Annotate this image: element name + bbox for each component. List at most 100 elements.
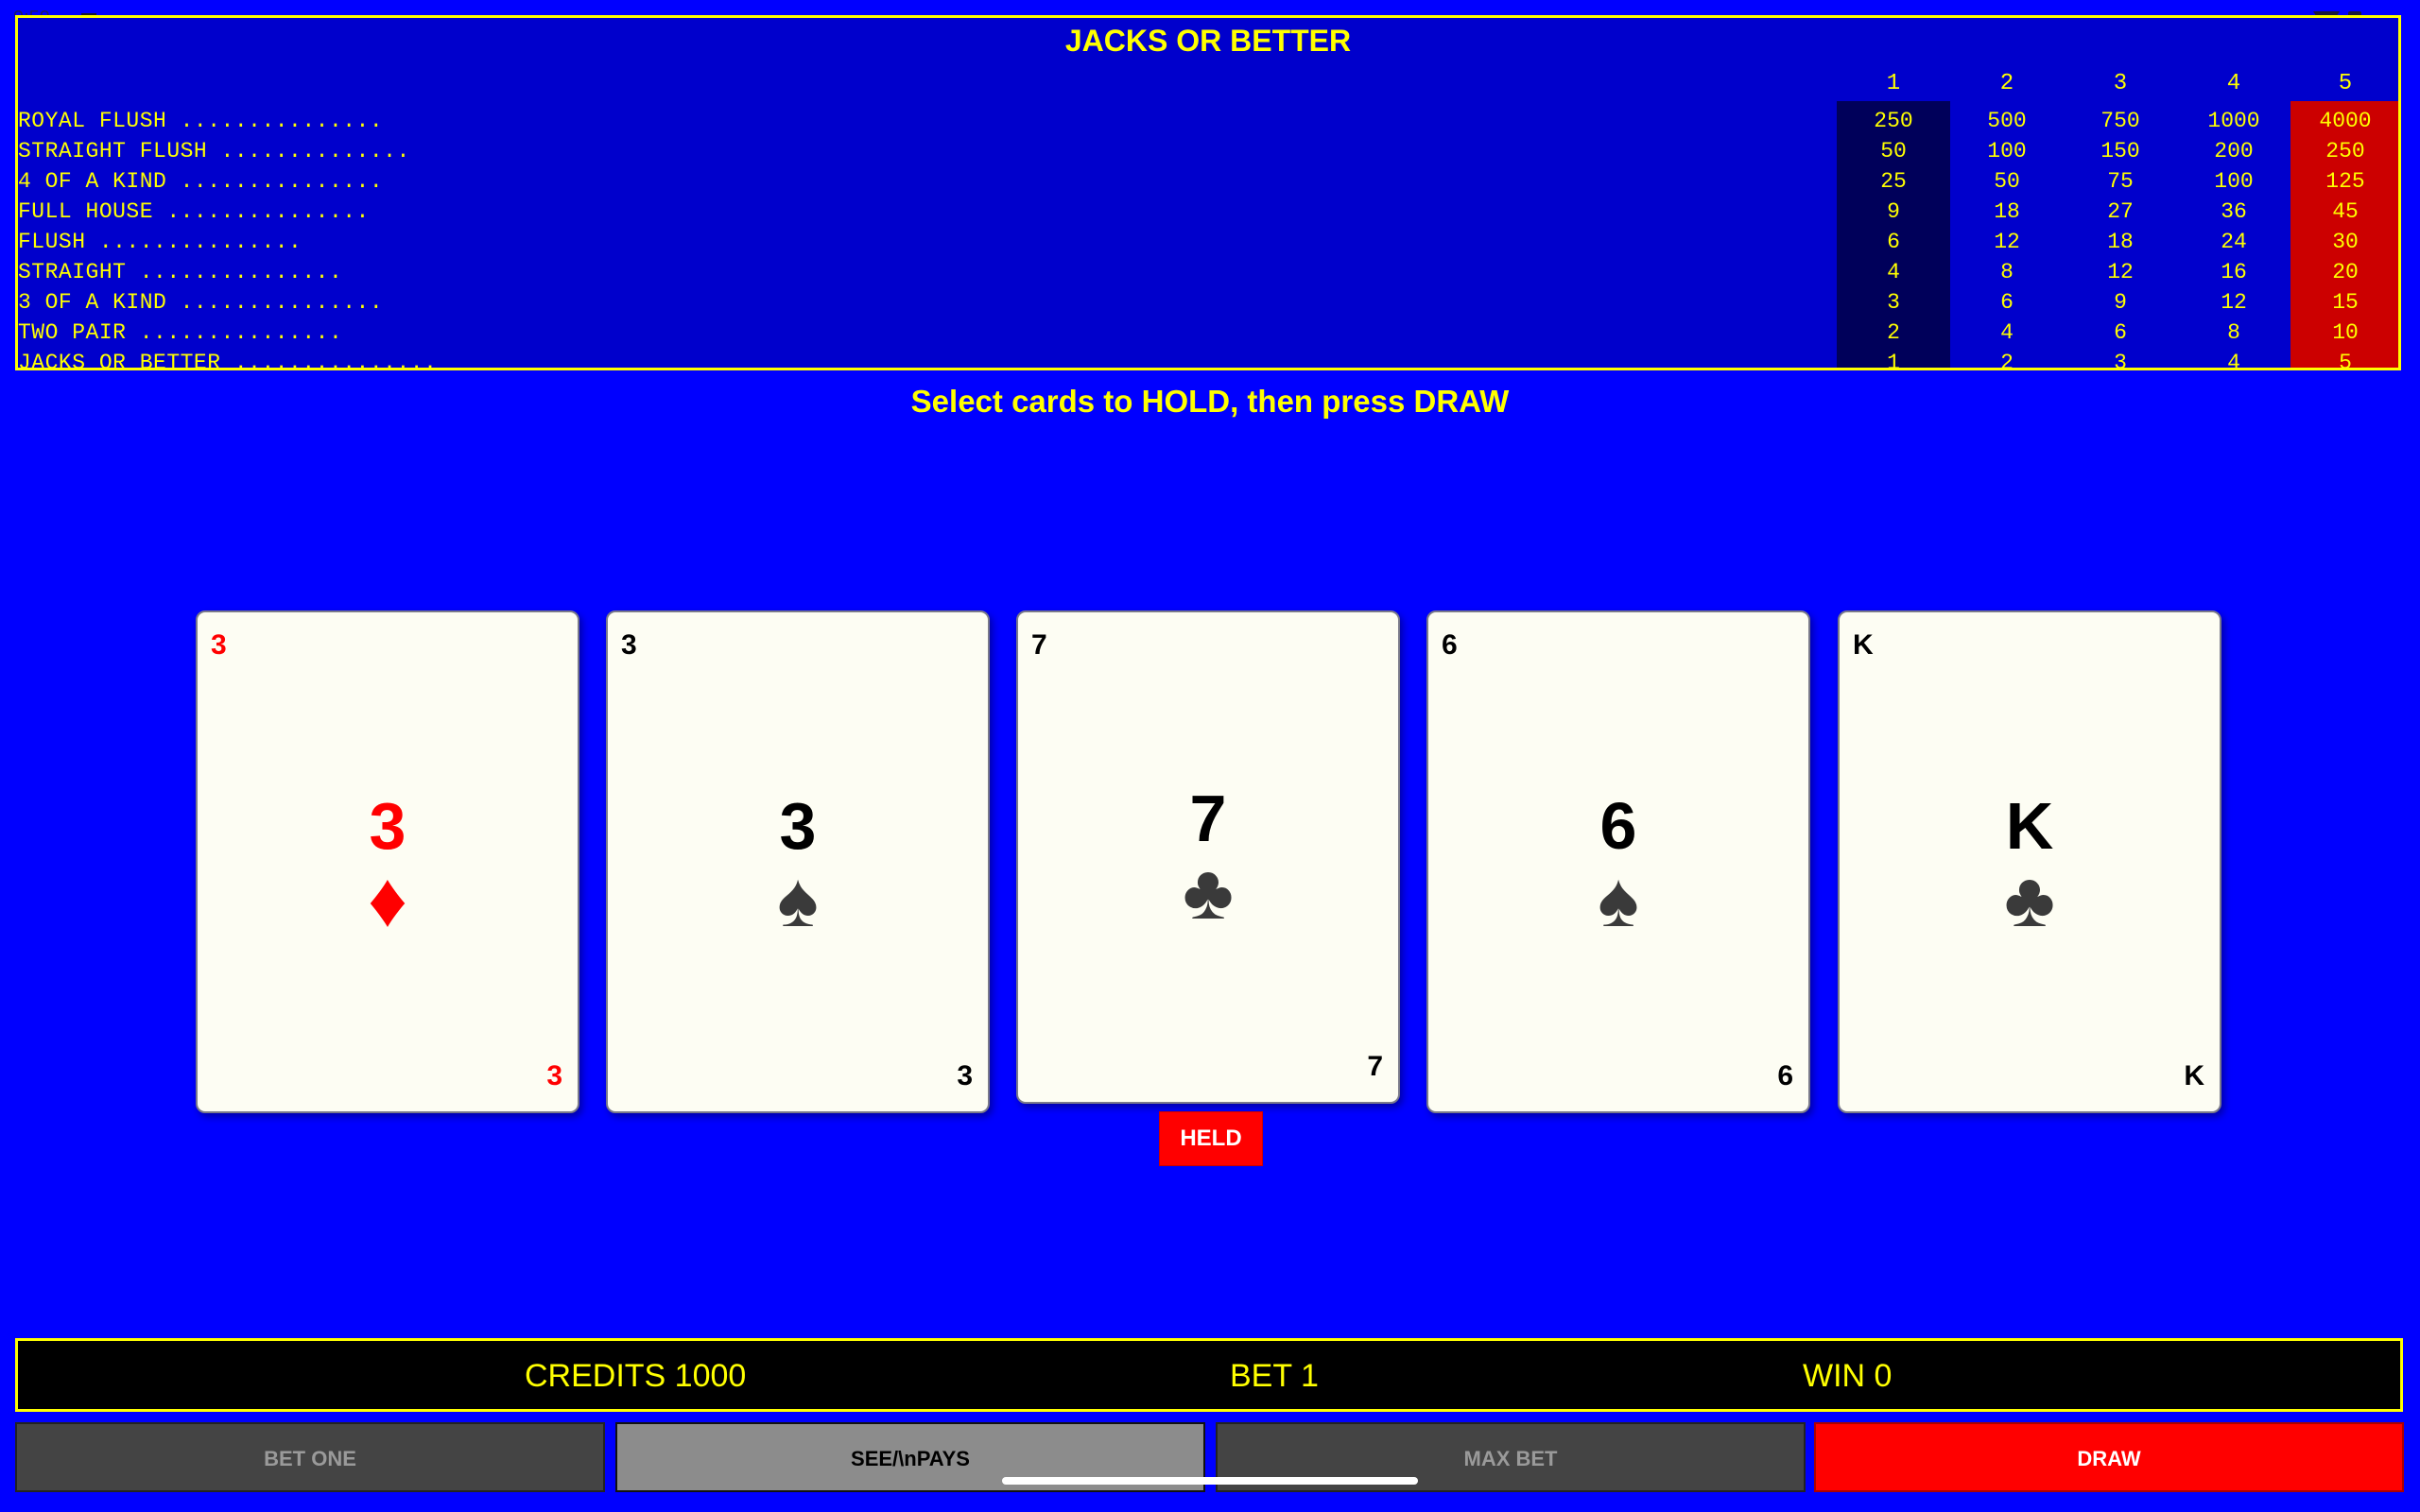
paytable-column-header: 2	[1999, 71, 2014, 96]
paytable: JACKS OR BETTER 1 2 3 4 5 ROYAL FLUSH ..…	[15, 15, 2401, 370]
paytable-column-header: 3	[2113, 71, 2128, 96]
paytable-column-header: 1	[1886, 71, 1901, 96]
payout-value: 3	[1887, 290, 1900, 315]
payout-value: 45	[2332, 199, 2359, 224]
info-bar: CREDITS 1000 BET 1 WIN 0	[15, 1338, 2403, 1412]
payout-value: 12	[2107, 260, 2134, 284]
card-rank: 3	[369, 789, 406, 863]
hand-name: FLUSH ...............	[18, 230, 302, 254]
payout-value: 4	[2227, 351, 2240, 370]
payout-value: 50	[1994, 169, 2020, 194]
payout-value: 100	[1987, 139, 2027, 163]
club-icon: ♣	[2004, 857, 2055, 943]
bet-display: BET 1	[1230, 1358, 1319, 1394]
hand-name: 3 OF A KIND ...............	[18, 290, 384, 315]
card-2[interactable]: 3 3 ♠ 3	[606, 610, 990, 1113]
paytable-row: FULL HOUSE ............... 9 18 27 36 45	[18, 199, 2398, 230]
paytable-column-header: 5	[2338, 71, 2353, 96]
hand-name: JACKS OR BETTER ...............	[18, 351, 438, 370]
payout-value: 5	[2339, 351, 2352, 370]
card-3[interactable]: 7 7 ♣ 7	[1016, 610, 1400, 1104]
payout-value: 750	[2100, 109, 2140, 133]
payout-value: 24	[2221, 230, 2247, 254]
paytable-row: ROYAL FLUSH ............... 250 500 750 1000…	[18, 109, 2398, 139]
hand-name: ROYAL FLUSH ...............	[18, 109, 384, 133]
card-4[interactable]: 6 6 ♠ 6	[1426, 610, 1810, 1113]
payout-value: 250	[2325, 139, 2365, 163]
hand-name: TWO PAIR ...............	[18, 320, 343, 345]
payout-value: 27	[2107, 199, 2134, 224]
payout-value: 6	[2000, 290, 2014, 315]
card-rank: 6	[1599, 789, 1637, 863]
paytable-row: STRAIGHT ............... 4 8 12 16 20	[18, 260, 2398, 290]
card-rank-corner: 3	[211, 629, 227, 661]
payout-value: 3	[2114, 351, 2127, 370]
payout-value: 50	[1880, 139, 1907, 163]
win-display: WIN 0	[1803, 1358, 1893, 1394]
payout-value: 18	[2107, 230, 2134, 254]
payout-value: 25	[1880, 169, 1907, 194]
payout-value: 36	[2221, 199, 2247, 224]
card-rank-corner: 3	[621, 629, 637, 661]
payout-value: 6	[2114, 320, 2127, 345]
card-rank-corner: 6	[1442, 629, 1458, 661]
bet-one-button[interactable]: BET ONE	[15, 1422, 605, 1492]
payout-value: 15	[2332, 290, 2359, 315]
paytable-row: JACKS OR BETTER ............... 1 2 3 4 5	[18, 351, 2398, 370]
spade-icon: ♠	[777, 857, 819, 943]
home-indicator[interactable]	[1002, 1477, 1418, 1485]
payout-value: 2	[2000, 351, 2014, 370]
payout-value: 9	[2114, 290, 2127, 315]
payout-value: 20	[2332, 260, 2359, 284]
payout-value: 150	[2100, 139, 2140, 163]
paytable-column-header: 4	[2226, 71, 2241, 96]
card-rank-corner: 3	[546, 1060, 562, 1091]
card-rank-corner: 7	[1031, 629, 1047, 661]
payout-value: 6	[1887, 230, 1900, 254]
card-1[interactable]: 3 3 ♦ 3	[196, 610, 579, 1113]
payout-value: 16	[2221, 260, 2247, 284]
paytable-row: FLUSH ............... 6 12 18 24 30	[18, 230, 2398, 260]
payout-value: 30	[2332, 230, 2359, 254]
payout-value: 125	[2325, 169, 2365, 194]
payout-value: 1000	[2207, 109, 2260, 133]
payout-value: 10	[2332, 320, 2359, 345]
payout-value: 8	[2000, 260, 2014, 284]
paytable-row: 4 OF A KIND ............... 25 50 75 100 125	[18, 169, 2398, 199]
diamond-icon: ♦	[368, 857, 407, 943]
credits-display: CREDITS 1000	[525, 1358, 747, 1394]
paytable-title: JACKS OR BETTER	[1064, 24, 1352, 58]
payout-value: 12	[2221, 290, 2247, 315]
card-rank: 7	[1189, 782, 1227, 855]
payout-value: 75	[2107, 169, 2134, 194]
payout-value: 4	[2000, 320, 2014, 345]
hand-name: FULL HOUSE ...............	[18, 199, 370, 224]
payout-value: 4	[1887, 260, 1900, 284]
card-rank: K	[2005, 789, 2054, 863]
hand-name: STRAIGHT FLUSH ..............	[18, 139, 410, 163]
payout-value: 1	[1887, 351, 1900, 370]
hand-name: 4 OF A KIND ...............	[18, 169, 384, 194]
payout-value: 12	[1994, 230, 2020, 254]
payout-value: 4000	[2319, 109, 2372, 133]
payout-value: 200	[2214, 139, 2254, 163]
held-badge[interactable]: HELD	[1159, 1111, 1263, 1166]
card-rank-corner: 6	[1777, 1060, 1793, 1091]
club-icon: ♣	[1183, 850, 1234, 936]
instruction-message: Select cards to HOLD, then press DRAW	[910, 384, 1510, 419]
payout-value: 2	[1887, 320, 1900, 345]
payout-value: 250	[1874, 109, 1913, 133]
paytable-row: STRAIGHT FLUSH .............. 50 100 150 200…	[18, 139, 2398, 169]
paytable-row: TWO PAIR ............... 2 4 6 8 10	[18, 320, 2398, 351]
card-rank: 3	[779, 789, 817, 863]
payout-value: 9	[1887, 199, 1900, 224]
hand-name: STRAIGHT ...............	[18, 260, 343, 284]
draw-button[interactable]: DRAW	[1814, 1422, 2404, 1492]
card-rank-corner: 7	[1367, 1051, 1383, 1082]
paytable-row: 3 OF A KIND ............... 3 6 9 12 15	[18, 290, 2398, 320]
card-5[interactable]: K K ♣ K	[1838, 610, 2221, 1113]
spade-icon: ♠	[1598, 857, 1639, 943]
payout-value: 500	[1987, 109, 2027, 133]
card-rank-corner: K	[1853, 629, 1874, 661]
payout-value: 100	[2214, 169, 2254, 194]
